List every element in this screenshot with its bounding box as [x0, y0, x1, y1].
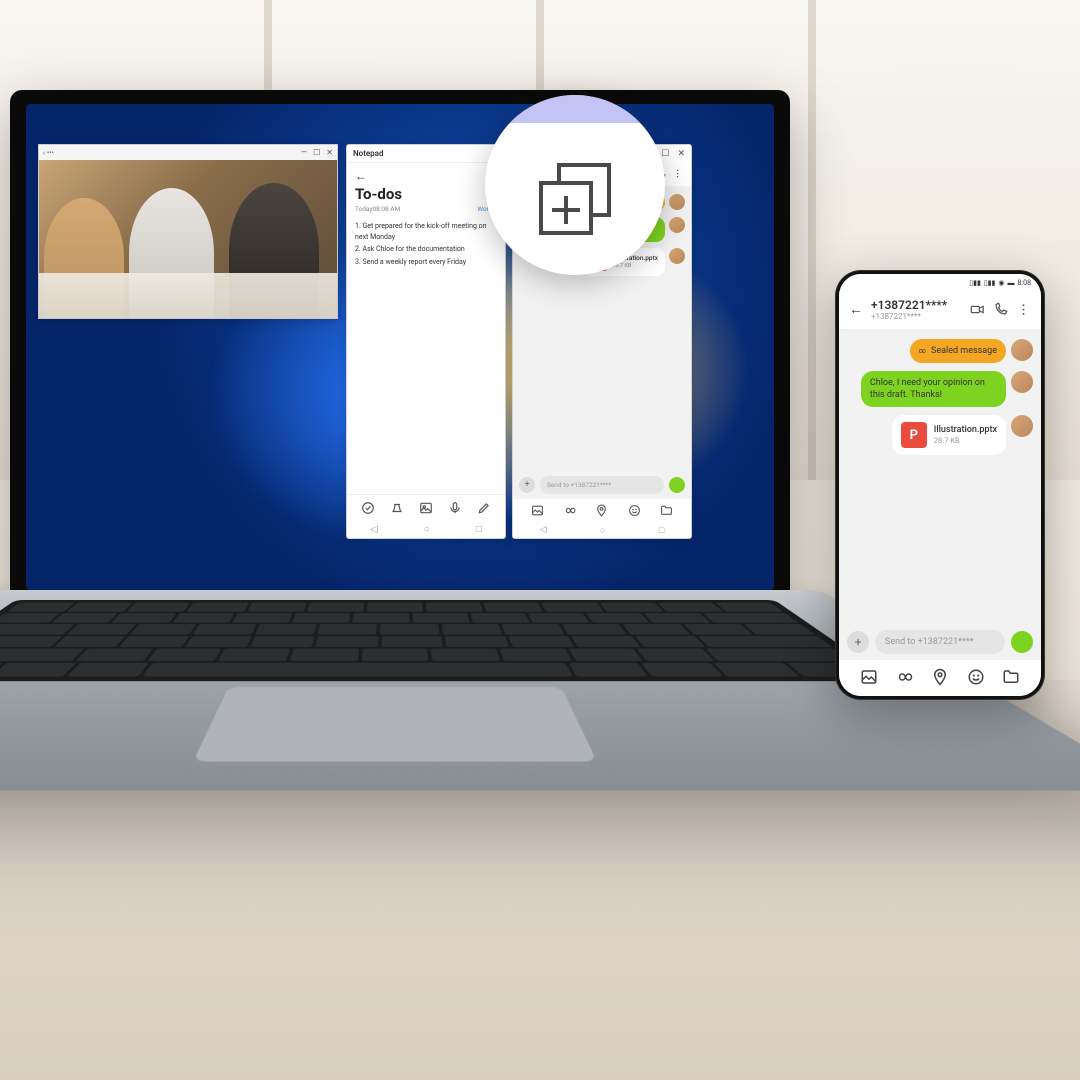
- notepad-titlebar[interactable]: Notepad: [347, 145, 505, 163]
- message-row: Chloe, I need your opinion on this draft…: [847, 371, 1033, 407]
- close-icon[interactable]: ✕: [326, 148, 333, 157]
- more-icon[interactable]: [1016, 302, 1031, 317]
- file-size: 28.7 KB: [612, 263, 658, 270]
- message-row: ∞ Sealed message: [847, 339, 1033, 363]
- file-size: 28.7 KB: [934, 436, 997, 446]
- message-list[interactable]: ∞ Sealed message Chloe, I need your opin…: [839, 329, 1041, 624]
- wifi-icon: ◉: [998, 279, 1004, 287]
- draw-icon[interactable]: [477, 501, 491, 515]
- chat-header: ← +1387221**** +1387221****: [839, 292, 1041, 329]
- nav-recent-icon[interactable]: □: [476, 524, 482, 535]
- laptop-device: ‹ ••• — ☐ ✕ Notepad ← To-dos: [0, 90, 820, 1050]
- nav-home-icon[interactable]: ○: [600, 525, 605, 536]
- gallery-icon[interactable]: [860, 668, 878, 686]
- maximize-icon[interactable]: ☐: [661, 149, 669, 159]
- folder-icon[interactable]: [1002, 668, 1020, 686]
- todo-item: 2. Ask Chloe for the documentation: [355, 244, 497, 255]
- nav-recent-icon[interactable]: □: [659, 525, 664, 536]
- keyboard: [0, 600, 892, 681]
- signal-icon: ▯▮▮: [984, 279, 996, 287]
- sender-avatar[interactable]: [669, 248, 685, 264]
- send-button[interactable]: [1011, 631, 1033, 653]
- battery-icon: ▬: [1008, 279, 1015, 287]
- sealed-icon: ∞: [919, 347, 926, 356]
- chat-input-row: + Send to +1387221****: [839, 624, 1041, 660]
- message-input[interactable]: Send to +1387221****: [875, 630, 1005, 654]
- todo-item: 1. Get prepared for the kick-off meeting…: [355, 221, 497, 242]
- file-name: Illustration.pptx: [934, 424, 997, 436]
- android-nav-bar: ◁ ○ □: [513, 522, 691, 538]
- attach-button[interactable]: +: [847, 631, 869, 653]
- image-window-titlebar[interactable]: ‹ ••• — ☐ ✕: [39, 145, 337, 160]
- infinity-icon[interactable]: [895, 668, 913, 686]
- maximize-icon[interactable]: ☐: [313, 148, 320, 157]
- image-viewer-window[interactable]: ‹ ••• — ☐ ✕: [38, 144, 338, 319]
- location-icon[interactable]: [931, 668, 949, 686]
- android-nav-bar: ◁ ○ □: [347, 520, 505, 538]
- emoji-icon[interactable]: [628, 504, 641, 517]
- laptop-bezel: ‹ ••• — ☐ ✕ Notepad ← To-dos: [10, 90, 790, 610]
- note-body[interactable]: 1. Get prepared for the kick-off meeting…: [347, 217, 505, 494]
- location-icon[interactable]: [595, 504, 608, 517]
- message-row: P Illustration.pptx 28.7 KB: [847, 415, 1033, 455]
- checklist-icon[interactable]: [361, 501, 375, 515]
- folder-icon[interactable]: [660, 504, 673, 517]
- pptx-file-icon: P: [901, 422, 927, 448]
- close-icon[interactable]: ✕: [677, 149, 685, 159]
- image-icon[interactable]: [419, 501, 433, 515]
- magnifier-callout: [485, 95, 665, 275]
- phone-call-icon[interactable]: [993, 302, 1008, 317]
- sender-avatar[interactable]: [1011, 415, 1033, 437]
- phone-display: ▯▮▮ ▯▮▮ ◉ ▬ 8:08 ← +1387221**** +1387221…: [839, 274, 1041, 696]
- contact-sub: +1387221****: [871, 312, 962, 321]
- text-format-icon[interactable]: [390, 501, 404, 515]
- sender-avatar[interactable]: [1011, 339, 1033, 361]
- video-call-icon[interactable]: [970, 302, 985, 317]
- file-message-bubble[interactable]: P Illustration.pptx 28.7 KB: [892, 415, 1006, 455]
- chat-bottom-toolbar: [513, 499, 691, 522]
- minimize-icon[interactable]: —: [301, 148, 307, 157]
- chat-bottom-toolbar: [839, 660, 1041, 696]
- note-title[interactable]: To-dos: [355, 185, 497, 203]
- todo-item: 3. Send a weekly report every Friday: [355, 257, 497, 268]
- voice-icon[interactable]: [448, 501, 462, 515]
- back-arrow-icon[interactable]: ←: [355, 169, 497, 183]
- chat-input-row: + Send to +1387221****: [513, 471, 691, 499]
- back-arrow-icon[interactable]: ←: [849, 301, 863, 318]
- nav-back-icon[interactable]: ◁: [540, 525, 547, 535]
- signal-icon: ▯▮▮: [969, 279, 981, 287]
- emoji-icon[interactable]: [967, 668, 985, 686]
- sender-avatar[interactable]: [669, 217, 685, 233]
- clock: 8:08: [1018, 279, 1032, 287]
- attach-button[interactable]: +: [519, 477, 535, 493]
- multi-window-add-icon: [539, 163, 611, 235]
- notepad-toolbar: [347, 494, 505, 520]
- phone-device: ▯▮▮ ▯▮▮ ◉ ▬ 8:08 ← +1387221**** +1387221…: [835, 270, 1045, 700]
- gallery-icon[interactable]: [531, 504, 544, 517]
- status-bar: ▯▮▮ ▯▮▮ ◉ ▬ 8:08: [839, 274, 1041, 292]
- sender-avatar[interactable]: [1011, 371, 1033, 393]
- message-input[interactable]: Send to +1387221****: [540, 476, 664, 494]
- note-timestamp: Today08:08 AM: [355, 205, 400, 213]
- image-content: [39, 160, 337, 318]
- sender-avatar[interactable]: [669, 194, 685, 210]
- send-button[interactable]: [669, 477, 685, 493]
- contact-name[interactable]: +1387221****: [871, 298, 962, 312]
- trackpad[interactable]: [193, 687, 597, 761]
- sealed-message-bubble[interactable]: ∞ Sealed message: [910, 339, 1006, 363]
- nav-home-icon[interactable]: ○: [424, 524, 430, 535]
- nav-back-icon[interactable]: ◁: [370, 524, 378, 535]
- infinity-icon[interactable]: [563, 504, 576, 517]
- back-icon[interactable]: ‹ •••: [43, 149, 54, 157]
- more-icon[interactable]: [672, 168, 683, 179]
- text-message-bubble[interactable]: Chloe, I need your opinion on this draft…: [861, 371, 1006, 407]
- notepad-window[interactable]: Notepad ← To-dos Today08:08 AM Work ▾ 1.…: [346, 144, 506, 539]
